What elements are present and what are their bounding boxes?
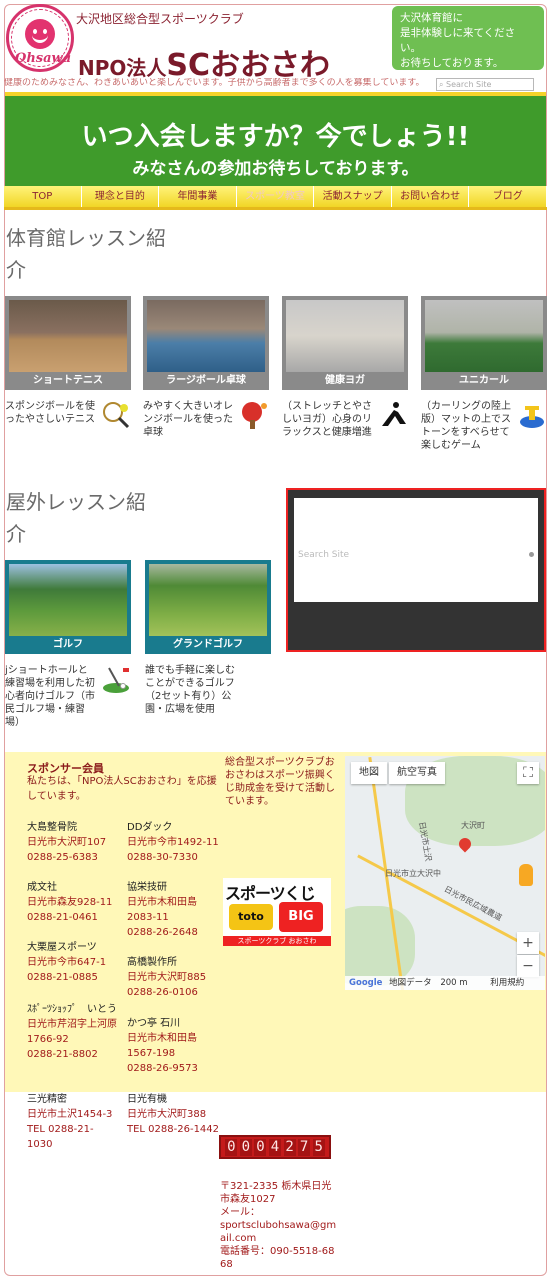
sponsor-entry: かつ亭 石川 日光市木和田島1567-198 0288-26-9573 (127, 1018, 198, 1074)
tennis-racket-icon (103, 402, 130, 429)
curling-stone-icon (520, 406, 544, 428)
zoom-out-button[interactable]: − (517, 955, 539, 977)
nav-snapshots[interactable]: 活動スナップ (314, 186, 392, 207)
map-attribution: Google 地図データ 200 m 利用規約 (345, 976, 545, 990)
site-subtitle: 大沢地区総合型スポーツクラブ (76, 12, 244, 26)
email-link[interactable]: sportsclubohsawa@gmail.com (220, 1219, 340, 1245)
sponsor-entry: 大島整骨院 日光市大沢町107 0288-25-6383 (27, 822, 107, 863)
lesson-card-yoga[interactable]: 健康ヨガ （ストレッチとやさしいヨガ）心身のリラックスと健康増進 (282, 296, 408, 439)
club-logo[interactable]: Ohsawa (6, 4, 74, 72)
golf-photo (9, 564, 127, 636)
sponsor-intro: 私たちは、「NPO法人SCおおさわ」を応援しています。 (27, 776, 217, 802)
toto-notice: 総合型スポーツクラブおおさわはスポーツ振興くじ助成金を受けて活動しています。 (225, 757, 335, 807)
sponsor-entry: ｽﾎﾟｰﾂｼｮｯﾌﾟ いとう 日光市芹沼字上河原1766-92 0288-21-… (27, 1004, 117, 1060)
yoga-pose-icon (382, 402, 406, 426)
lesson-card-table-tennis[interactable]: ラージボール卓球 みやすく大きいオレンジボールを使った卓球 (143, 296, 269, 439)
sponsor-entry: DDダック 日光市今市1492-11 0288-30-7330 (127, 822, 219, 863)
search-icon: ⌕ (439, 80, 444, 89)
banner-subline: みなさんの参加お待ちしております。 (132, 159, 419, 179)
toto-big-logo[interactable]: スポーツくじ toto BIG スポーツクラブ おおさわ (223, 878, 331, 946)
sidebar-panel: Search Site (286, 488, 546, 652)
callout-box: 大沢体育館に 是非体験しに来てください。 お待ちしております。 (392, 6, 544, 70)
lesson-card-short-tennis[interactable]: ショートテニス スポンジボールを使ったやさしいテニス (5, 296, 131, 429)
contact-address: 〒321-2335 栃木県日光市森友1027 メール： sportscluboh… (220, 1180, 340, 1271)
table-tennis-photo (147, 300, 265, 372)
footer: スポンサー会員 私たちは、「NPO法人SCおおさわ」を応援しています。 総合型ス… (5, 752, 546, 1092)
hero-banner: いつ入会しますか？今でしょう!! みなさんの参加お待ちしております。 (5, 92, 546, 188)
map-tab-map[interactable]: 地図 (351, 762, 387, 784)
banner-headline: いつ入会しますか？今でしょう!! (81, 122, 470, 152)
smiley-icon (25, 19, 55, 49)
search-input[interactable]: ⌕ Search Site (436, 78, 534, 91)
google-map[interactable]: 地図 航空写真 ⛶ + − 大沢町 日光市立大沢中 日光市民広域農道 日光市土沢… (345, 756, 545, 990)
lesson-card-golf[interactable]: ゴルフ jショートホールと練習場を利用した初心者向けゴルフ（市民ゴルフ場・練習場… (5, 560, 131, 729)
sidebar-search-input[interactable]: Search Site (294, 498, 538, 602)
sponsor-entry: 三光精密 日光市土沢1454-3 TEL 0288-21-1030 (27, 1094, 113, 1150)
street-view-pegman-icon[interactable] (519, 864, 533, 886)
sponsor-entry: 高橋製作所 日光市大沢町885 0288-26-0106 (127, 957, 207, 998)
nav-top[interactable]: TOP (4, 186, 82, 207)
golf-icon (103, 667, 129, 693)
gym-lessons-heading: 体育館レッスン紹 介 (6, 226, 166, 282)
ping-pong-icon (242, 402, 267, 429)
sponsor-entry: 協栄技研 日光市木和田島2083-11 0288-26-2648 (127, 882, 198, 938)
map-tab-satellite[interactable]: 航空写真 (389, 762, 445, 784)
outdoor-lessons-heading: 屋外レッスン紹 介 (6, 490, 146, 546)
lesson-card-unicurl[interactable]: ユニカール （カーリングの陸上版）マットの上でストーンをすべらせて楽しむゲーム (421, 296, 547, 452)
nav-blog[interactable]: ブログ (469, 186, 548, 207)
nav-lessons[interactable]: スポーツ教室 (236, 186, 315, 207)
nav-philosophy[interactable]: 理念と目的 (81, 186, 160, 207)
sponsor-entry: 大栗屋スポーツ 日光市今市647-1 0288-21-0885 (27, 942, 107, 983)
logo-text: Ohsawa (15, 51, 72, 66)
nav-annual[interactable]: 年間事業 (159, 186, 237, 207)
unicurl-photo (425, 300, 543, 372)
ground-golf-photo (149, 564, 267, 636)
yoga-photo (286, 300, 404, 372)
nav-contact[interactable]: お問い合わせ (391, 186, 470, 207)
phone-number: 電話番号：090-5518-6868 (220, 1246, 335, 1270)
sponsor-entry: 日光有機 日光市大沢町388 TEL 0288-26-1442 (127, 1094, 220, 1135)
search-button-icon[interactable] (529, 552, 534, 557)
visitor-counter: 0 0 0 4 2 7 5 (219, 1135, 331, 1159)
lesson-card-ground-golf[interactable]: グランドゴルフ 誰でも手軽に楽しむことができるゴルフ（2セット有り）公園・広場を… (145, 560, 271, 716)
sponsor-entry: 成文社 日光市森友928-11 0288-21-0461 (27, 882, 113, 923)
short-tennis-photo (9, 300, 127, 372)
fullscreen-icon[interactable]: ⛶ (517, 762, 539, 784)
main-nav: TOP 理念と目的 年間事業 スポーツ教室 活動スナップ お問い合わせ ブログ (4, 186, 548, 210)
zoom-in-button[interactable]: + (517, 932, 539, 954)
